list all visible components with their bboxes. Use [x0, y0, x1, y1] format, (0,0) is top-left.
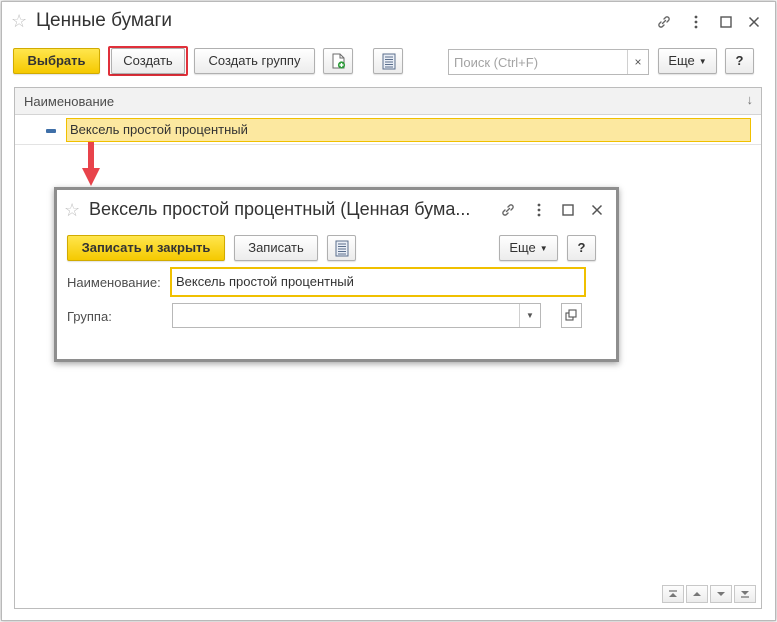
- clear-search-button[interactable]: ×: [627, 50, 648, 74]
- more-button[interactable]: Еще ▼: [658, 48, 717, 74]
- dialog-more-vert-icon[interactable]: [531, 202, 547, 220]
- dropdown-icon: ▼: [698, 56, 707, 66]
- list-report-icon: [382, 53, 396, 78]
- save-close-button[interactable]: Записать и закрыть: [67, 235, 225, 261]
- open-icon: [565, 309, 577, 321]
- table-row[interactable]: Вексель простой процентный: [15, 117, 761, 145]
- link-icon[interactable]: [656, 14, 672, 32]
- column-header[interactable]: Наименование ↓: [15, 88, 761, 115]
- red-arrow-icon: [82, 142, 100, 186]
- nav-up-icon: [693, 592, 701, 596]
- more-button-label: Еще: [668, 53, 695, 68]
- select-button[interactable]: Выбрать: [13, 48, 100, 74]
- dialog-list-report-icon: [335, 240, 349, 265]
- search-input[interactable]: Поиск (Ctrl+F): [454, 55, 538, 70]
- create-group-button[interactable]: Создать группу: [194, 48, 315, 74]
- sort-icon[interactable]: ↓: [747, 92, 754, 107]
- dialog-more-button-label: Еще: [509, 240, 536, 255]
- add-doc-icon: [331, 53, 347, 78]
- close-icon[interactable]: [746, 14, 762, 32]
- nav-up-button[interactable]: [686, 585, 708, 603]
- dialog-help-button[interactable]: ?: [567, 235, 596, 261]
- nav-first-icon: [669, 590, 677, 597]
- dialog-dropdown-icon: ▼: [539, 243, 548, 253]
- nav-last-button[interactable]: [734, 585, 756, 603]
- more-vert-icon[interactable]: [688, 14, 704, 32]
- dialog-maximize-icon[interactable]: [560, 202, 576, 220]
- nav-down-button[interactable]: [710, 585, 732, 603]
- search-box[interactable]: Поиск (Ctrl+F) ×: [448, 49, 649, 75]
- group-label: Группа:: [67, 309, 112, 324]
- help-button[interactable]: ?: [725, 48, 754, 74]
- nav-last-icon: [741, 591, 749, 598]
- group-field[interactable]: ▼: [172, 303, 541, 328]
- title-bar: ☆ Ценные бумаги: [2, 2, 775, 40]
- nav-down-icon: [717, 592, 725, 596]
- dialog-list-report-button[interactable]: [327, 235, 356, 261]
- dialog-close-icon[interactable]: [589, 202, 605, 220]
- item-dialog: ☆ Вексель простой процентный (Ценная бум…: [54, 187, 619, 362]
- dialog-more-button[interactable]: Еще ▼: [499, 235, 558, 261]
- name-label: Наименование:: [67, 275, 161, 290]
- element-icon: [46, 129, 56, 133]
- nav-first-button[interactable]: [662, 585, 684, 603]
- dialog-star-icon[interactable]: ☆: [64, 201, 80, 219]
- save-button[interactable]: Записать: [234, 235, 318, 261]
- group-dropdown-button[interactable]: ▼: [519, 304, 540, 327]
- dialog-title: Вексель простой процентный (Ценная бума.…: [89, 199, 471, 219]
- name-field[interactable]: Вексель простой процентный: [170, 267, 586, 297]
- list-report-button[interactable]: [373, 48, 403, 74]
- list-navigation: [662, 585, 758, 605]
- star-icon[interactable]: ☆: [11, 12, 27, 30]
- column-header-name: Наименование: [24, 94, 115, 109]
- group-open-button[interactable]: [561, 303, 582, 328]
- window-title: Ценные бумаги: [36, 10, 173, 31]
- create-button[interactable]: Создать: [111, 48, 185, 74]
- maximize-icon[interactable]: [718, 14, 734, 32]
- row-name-cell[interactable]: Вексель простой процентный: [66, 118, 751, 142]
- dialog-link-icon[interactable]: [500, 202, 516, 220]
- add-doc-button[interactable]: [323, 48, 353, 74]
